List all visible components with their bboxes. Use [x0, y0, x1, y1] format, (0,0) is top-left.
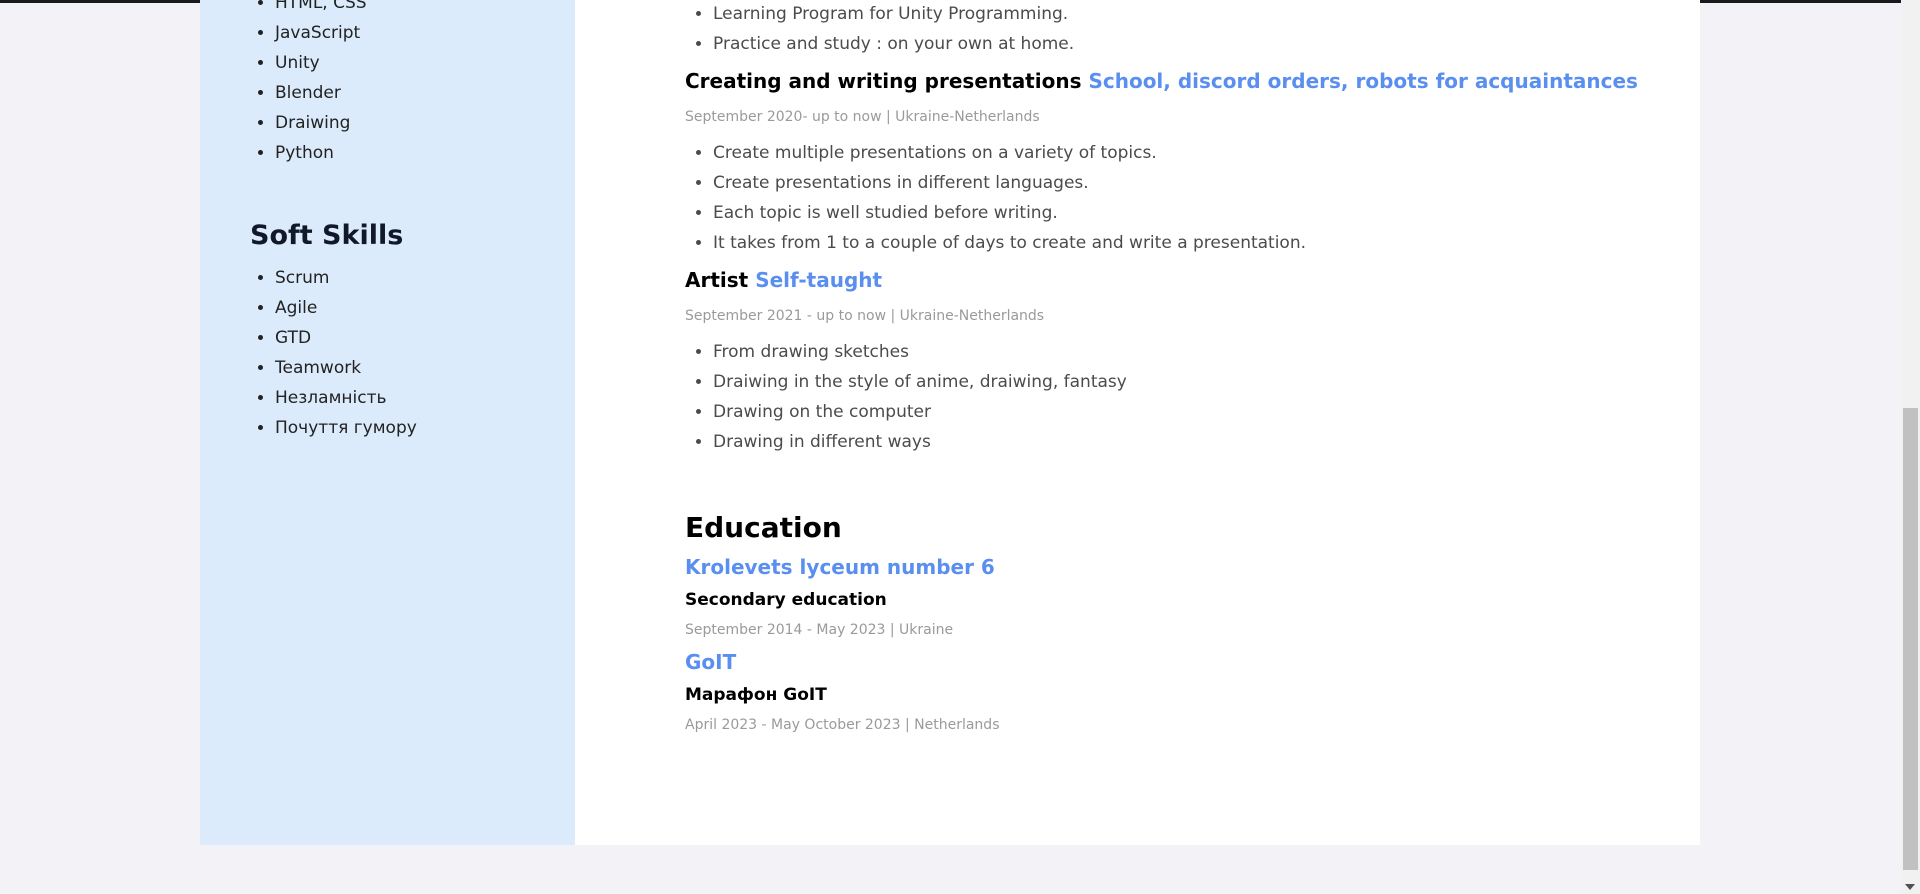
education-meta: April 2023 - May October 2023 | Netherla…: [685, 717, 1000, 733]
soft-skill-item: Почуття гумору: [275, 418, 417, 448]
soft-skills-heading: Soft Skills: [250, 220, 404, 251]
soft-skills-list: Scrum Agile GTD Teamwork Незламність Поч…: [250, 268, 417, 448]
education-degree: Secondary education: [685, 590, 887, 610]
list-item: It takes from 1 to a couple of days to c…: [713, 232, 1713, 262]
skill-item: Python: [275, 143, 367, 173]
hard-skills-list: HTML, CSS JavaScript Unity Blender Draiw…: [250, 0, 367, 173]
soft-skill-item: Scrum: [275, 268, 417, 298]
list-item: Practice and study : on your own at home…: [713, 33, 1713, 63]
soft-skill-item: GTD: [275, 328, 417, 358]
skill-item: Blender: [275, 83, 367, 113]
soft-skill-item: Teamwork: [275, 358, 417, 388]
skill-item: JavaScript: [275, 23, 367, 53]
education-meta: September 2014 - May 2023 | Ukraine: [685, 622, 954, 638]
education-heading: Education: [685, 511, 842, 544]
job-title-presentations: Creating and writing presentations Schoo…: [685, 68, 1685, 94]
list-item: Drawing in different ways: [713, 431, 1713, 461]
job-org-link[interactable]: School, discord orders, robots for acqua…: [1088, 69, 1638, 93]
list-item: Each topic is well studied before writin…: [713, 202, 1713, 232]
list-item: Drawing on the computer: [713, 401, 1713, 431]
education-degree: Марафон GoIT: [685, 685, 827, 705]
list-item: Create multiple presentations on a varie…: [713, 142, 1713, 172]
scrollbar-thumb[interactable]: [1903, 408, 1918, 870]
job-title-text: Artist: [685, 268, 749, 292]
soft-skill-item: Agile: [275, 298, 417, 328]
skill-item: Draiwing: [275, 113, 367, 143]
triangle-down-icon[interactable]: [1905, 884, 1915, 890]
skill-item: HTML, CSS: [275, 0, 367, 23]
list-item: Create presentations in different langua…: [713, 172, 1713, 202]
list-item: Draiwing in the style of anime, draiwing…: [713, 371, 1713, 401]
skill-item: Unity: [275, 53, 367, 83]
job-title-text: Creating and writing presentations: [685, 69, 1082, 93]
job-title-artist: Artist Self-taught: [685, 267, 1685, 293]
presentations-bullets: Create multiple presentations on a varie…: [685, 142, 1713, 262]
job-org-link[interactable]: Self-taught: [755, 268, 882, 292]
list-item: From drawing sketches: [713, 341, 1713, 371]
resume-page: HTML, CSS JavaScript Unity Blender Draiw…: [200, 0, 1700, 845]
sidebar: HTML, CSS JavaScript Unity Blender Draiw…: [200, 0, 575, 845]
soft-skill-item: Незламність: [275, 388, 417, 418]
artist-bullets: From drawing sketches Draiwing in the st…: [685, 341, 1713, 461]
list-item: Learning Program for Unity Programming.: [713, 3, 1713, 33]
job-meta: September 2021 - up to now | Ukraine-Net…: [685, 308, 1045, 324]
job-meta: September 2020- up to now | Ukraine-Neth…: [685, 109, 1040, 125]
vertical-scrollbar[interactable]: [1901, 0, 1920, 894]
main-content: Learning Program for Unity Programming. …: [575, 0, 1700, 845]
education-school-link[interactable]: Krolevets lyceum number 6: [685, 555, 1685, 579]
unity-bullets: Learning Program for Unity Programming. …: [685, 3, 1713, 63]
education-school-link[interactable]: GoIT: [685, 650, 1685, 674]
